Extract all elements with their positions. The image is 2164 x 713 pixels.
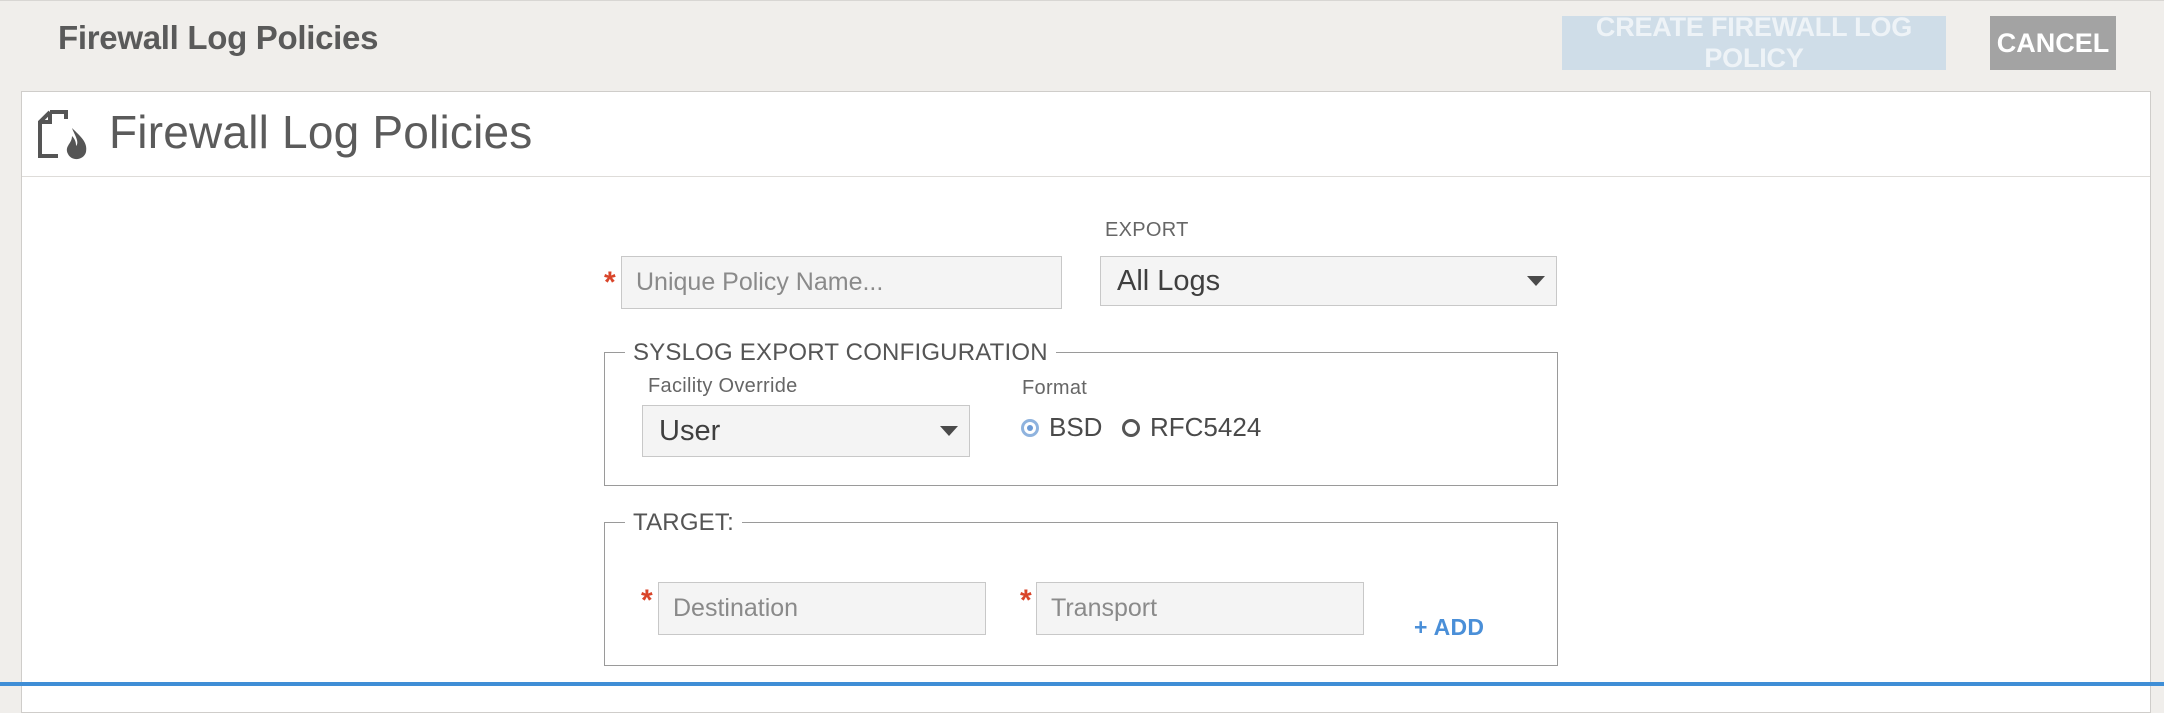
format-label: Format (1022, 377, 1088, 399)
format-radio-rfc5424[interactable]: RFC5424 (1122, 412, 1261, 443)
transport-input[interactable] (1037, 583, 1363, 634)
format-option-label: RFC5424 (1150, 412, 1262, 442)
required-marker: * (1020, 584, 1032, 617)
format-radio-bsd[interactable]: BSD (1021, 412, 1102, 443)
chevron-down-icon[interactable] (1516, 257, 1556, 305)
export-label: EXPORT (1105, 219, 1189, 241)
panel-title: Firewall Log Policies (109, 106, 533, 158)
target-legend: TARGET: (625, 509, 742, 537)
radio-selected-icon[interactable] (1021, 418, 1039, 437)
firewall-log-icon (36, 106, 96, 162)
policy-name-field[interactable] (621, 256, 1062, 309)
panel-header: Firewall Log Policies (22, 92, 2150, 177)
radio-unselected-icon[interactable] (1122, 418, 1140, 437)
destination-field[interactable] (658, 582, 986, 635)
destination-input[interactable] (659, 583, 985, 634)
syslog-legend: SYSLOG EXPORT CONFIGURATION (625, 339, 1056, 367)
accent-divider (0, 682, 2164, 686)
page-title: Firewall Log Policies (58, 19, 379, 56)
required-marker: * (641, 584, 653, 617)
create-policy-button[interactable]: CREATE FIREWALL LOG POLICY (1562, 12, 1946, 73)
facility-label: Facility Override (648, 375, 798, 397)
top-bar: Firewall Log Policies CREATE FIREWALL LO… (0, 0, 2164, 87)
facility-select[interactable]: User (642, 405, 970, 457)
export-select[interactable]: All Logs (1100, 256, 1557, 306)
format-option-label: BSD (1049, 412, 1103, 442)
policy-name-input[interactable] (622, 257, 1061, 308)
facility-selected-value: User (659, 414, 721, 447)
export-selected-value: All Logs (1117, 264, 1221, 297)
required-marker: * (604, 266, 616, 299)
transport-field[interactable] (1036, 582, 1364, 635)
cancel-button[interactable]: CANCEL (1990, 16, 2116, 70)
chevron-down-icon[interactable] (929, 406, 969, 456)
add-target-link[interactable]: + ADD (1414, 614, 1484, 641)
